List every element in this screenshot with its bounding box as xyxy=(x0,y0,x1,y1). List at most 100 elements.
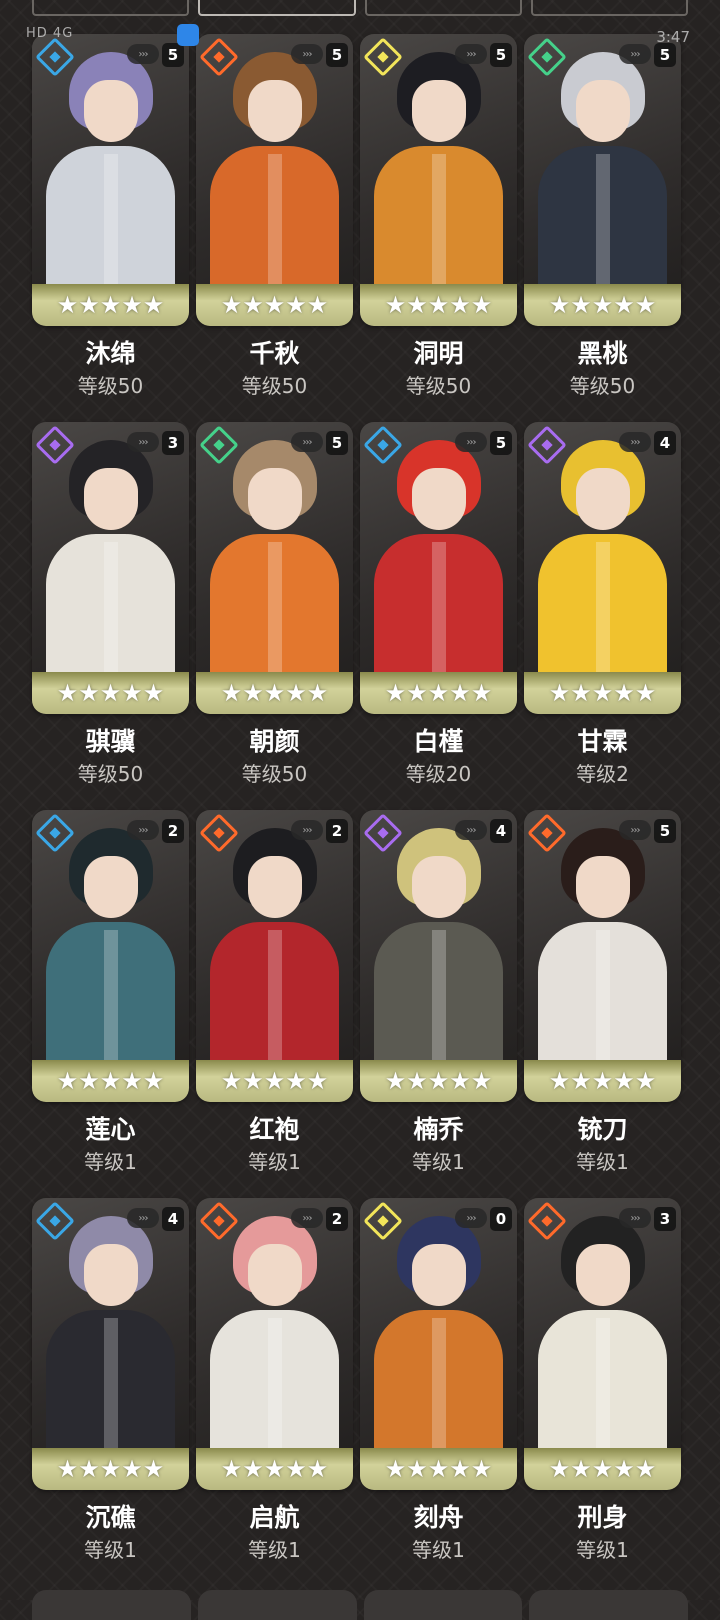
rarity-stars: ★★★★★ xyxy=(548,679,657,707)
potential-icon: ››› xyxy=(455,1208,487,1228)
character-card[interactable]: ››› 4 ★★★★★ xyxy=(360,810,517,1102)
rarity-stars: ★★★★★ xyxy=(548,291,657,319)
character-cell: ››› 4 ★★★★★ 楠乔 等级1 xyxy=(360,810,517,1174)
character-card[interactable]: ››› 2 ★★★★★ xyxy=(196,810,353,1102)
star-rating: ★★★★★ xyxy=(32,1448,189,1490)
potential-icon: ››› xyxy=(127,44,159,64)
character-card[interactable]: ››› 4 ★★★★★ xyxy=(524,422,681,714)
star-rating: ★★★★★ xyxy=(196,1060,353,1102)
star-rating: ★★★★★ xyxy=(32,284,189,326)
character-card[interactable]: ››› 5 ★★★★★ xyxy=(360,422,517,714)
potential-icon: ››› xyxy=(619,820,651,840)
character-level: 等级50 xyxy=(77,762,144,786)
attribute-icon xyxy=(363,37,403,77)
rank-badge: 5 xyxy=(654,43,676,67)
character-card[interactable]: ››› 4 ★★★★★ xyxy=(32,1198,189,1490)
top-tab-bar xyxy=(32,0,688,18)
partial-card[interactable] xyxy=(32,1590,191,1620)
character-name: 沉礁 xyxy=(85,1503,136,1532)
rank-badge: 3 xyxy=(162,431,184,455)
character-cell: ››› 3 ★★★★★ 骐骥 等级50 xyxy=(32,422,189,786)
potential-icon: ››› xyxy=(455,432,487,452)
character-cell: ››› 2 ★★★★★ 启航 等级1 xyxy=(196,1198,353,1562)
rarity-stars: ★★★★★ xyxy=(56,1455,165,1483)
rarity-stars: ★★★★★ xyxy=(384,679,493,707)
rank-badge: 4 xyxy=(490,819,512,843)
character-cell: ››› 5 ★★★★★ 白槿 等级20 xyxy=(360,422,517,786)
star-rating: ★★★★★ xyxy=(196,672,353,714)
filter-tab-1[interactable] xyxy=(32,0,190,16)
potential-icon: ››› xyxy=(455,820,487,840)
character-card[interactable]: ››› 5 ★★★★★ xyxy=(360,34,517,326)
character-level: 等级1 xyxy=(412,1150,465,1174)
character-cell: ››› 5 ★★★★★ 洞明 等级50 xyxy=(360,34,517,398)
character-card[interactable]: ››› 2 ★★★★★ xyxy=(196,1198,353,1490)
rank-badge: 5 xyxy=(490,431,512,455)
potential-icon: ››› xyxy=(127,432,159,452)
character-level: 等级2 xyxy=(576,762,629,786)
rank-badge: 4 xyxy=(654,431,676,455)
character-name: 莲心 xyxy=(85,1115,136,1144)
filter-tab-4[interactable] xyxy=(530,0,688,16)
partial-card[interactable] xyxy=(197,1590,357,1620)
character-cell: ››› 3 ★★★★★ 刑身 等级1 xyxy=(524,1198,681,1562)
rank-badge: 2 xyxy=(326,1207,348,1231)
character-level: 等级1 xyxy=(576,1538,629,1562)
character-level: 等级1 xyxy=(248,1150,301,1174)
character-cell: ››› 2 ★★★★★ 红袍 等级1 xyxy=(196,810,353,1174)
potential-icon: ››› xyxy=(455,44,487,64)
filter-tab-2[interactable] xyxy=(198,0,356,16)
rank-badge: 5 xyxy=(326,43,348,67)
character-level: 等级1 xyxy=(576,1150,629,1174)
rank-badge: 5 xyxy=(162,43,184,67)
character-name: 黑桃 xyxy=(577,339,628,368)
character-grid: ››› 5 ★★★★★ 沐绵 等级50 ››› 5 ★★★★★ 千秋 等级50 … xyxy=(32,34,688,1562)
character-card[interactable]: ››› 5 ★★★★★ xyxy=(524,810,681,1102)
rank-badge: 5 xyxy=(654,819,676,843)
star-rating: ★★★★★ xyxy=(524,1060,681,1102)
filter-tab-3[interactable] xyxy=(364,0,522,16)
partial-card[interactable] xyxy=(529,1590,688,1620)
character-level: 等级50 xyxy=(77,374,144,398)
attribute-icon xyxy=(199,425,239,465)
character-card[interactable]: ››› 3 ★★★★★ xyxy=(32,422,189,714)
character-card[interactable]: ››› 5 ★★★★★ xyxy=(524,34,681,326)
rarity-stars: ★★★★★ xyxy=(56,291,165,319)
potential-icon: ››› xyxy=(619,44,651,64)
star-rating: ★★★★★ xyxy=(32,1060,189,1102)
character-name: 楠乔 xyxy=(413,1115,464,1144)
attribute-icon xyxy=(35,813,75,853)
rank-badge: 0 xyxy=(490,1207,512,1231)
rarity-stars: ★★★★★ xyxy=(220,679,329,707)
character-cell: ››› 5 ★★★★★ 千秋 等级50 xyxy=(196,34,353,398)
character-name: 刑身 xyxy=(577,1503,628,1532)
character-name: 朝颜 xyxy=(249,727,300,756)
character-name: 沐绵 xyxy=(85,339,136,368)
rank-badge: 4 xyxy=(162,1207,184,1231)
star-rating: ★★★★★ xyxy=(196,1448,353,1490)
character-name: 骐骥 xyxy=(85,727,136,756)
character-level: 等级1 xyxy=(84,1150,137,1174)
rank-badge: 5 xyxy=(326,431,348,455)
character-cell: ››› 5 ★★★★★ 沐绵 等级50 xyxy=(32,34,189,398)
character-card[interactable]: ››› 5 ★★★★★ xyxy=(32,34,189,326)
attribute-icon xyxy=(527,37,567,77)
attribute-icon xyxy=(363,813,403,853)
partial-card[interactable] xyxy=(363,1590,523,1620)
potential-icon: ››› xyxy=(127,820,159,840)
potential-icon: ››› xyxy=(291,432,323,452)
rarity-stars: ★★★★★ xyxy=(548,1067,657,1095)
character-level: 等级1 xyxy=(84,1538,137,1562)
character-level: 等级1 xyxy=(412,1538,465,1562)
character-cell: ››› 5 ★★★★★ 黑桃 等级50 xyxy=(524,34,681,398)
character-card[interactable]: ››› 0 ★★★★★ xyxy=(360,1198,517,1490)
attribute-icon xyxy=(199,813,239,853)
rank-badge: 2 xyxy=(326,819,348,843)
character-card[interactable]: ››› 5 ★★★★★ xyxy=(196,422,353,714)
character-card[interactable]: ››› 2 ★★★★★ xyxy=(32,810,189,1102)
character-card[interactable]: ››› 5 ★★★★★ xyxy=(196,34,353,326)
character-level: 等级50 xyxy=(405,374,472,398)
character-card[interactable]: ››› 3 ★★★★★ xyxy=(524,1198,681,1490)
character-level: 等级1 xyxy=(248,1538,301,1562)
rarity-stars: ★★★★★ xyxy=(220,1455,329,1483)
